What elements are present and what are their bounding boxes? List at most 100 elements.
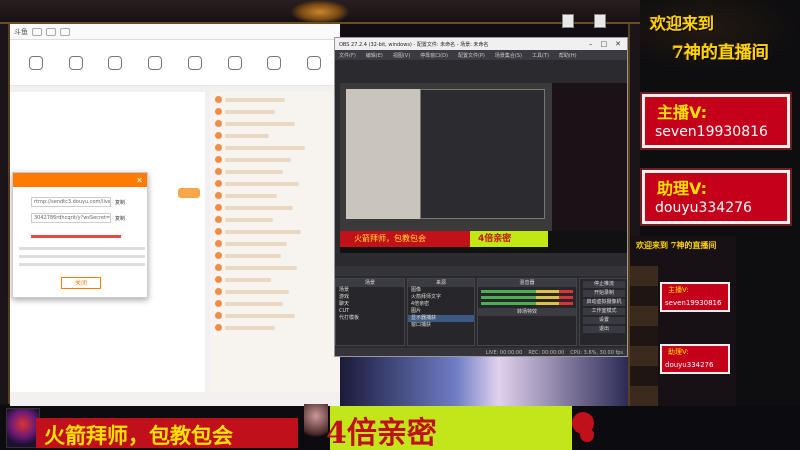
scene-item[interactable]: 场景 (336, 287, 404, 294)
close-icon[interactable]: ✕ (136, 176, 143, 185)
obs-titlebar: OBS 27.2.4 (32-bit, windows) - 配置文件: 未命名… (335, 38, 627, 50)
nav-icon (227, 55, 242, 70)
menu-docks[interactable]: 停靠窗口(D) (420, 52, 448, 59)
source-item[interactable]: 窗口捕获 (408, 322, 474, 329)
menu-view[interactable]: 视图(V) (393, 52, 410, 59)
menu-profile[interactable]: 配置文件(P) (458, 52, 485, 59)
intimacy-banner-text: 4倍亲密 (326, 416, 437, 450)
nav-item[interactable] (108, 55, 123, 70)
chat-line (215, 215, 335, 224)
warning-line (31, 235, 121, 238)
dialog-confirm-button[interactable]: 关闭 (61, 277, 101, 289)
nested-welcome: 欢迎来到 7神的直播间 (636, 240, 717, 250)
audio-meter (481, 302, 573, 305)
stream-key-field[interactable]: 3042786rdhcqrit/y?wsSecret= (31, 213, 111, 223)
file-icon[interactable] (594, 14, 606, 28)
scene-item[interactable]: 聊天 (336, 301, 404, 308)
toolbar-icon[interactable] (46, 27, 56, 36)
sources-dock: 来源 图像 火箭拜师文字 4倍亲密 图片 显示器捕获 窗口捕获 (407, 278, 475, 346)
chat-line (215, 275, 335, 284)
menu-help[interactable]: 帮助(H) (559, 52, 577, 59)
chat-line (215, 323, 335, 332)
rtmp-url-field[interactable]: rtmp://sendtc3.douyu.com/live (31, 197, 111, 207)
source-item[interactable]: 火箭拜师文字 (408, 294, 474, 301)
obs-statusbar: LIVE: 00:00:00 REC: 00:00:00 CPU: 3.6%, … (335, 348, 627, 356)
source-item[interactable]: 显示器捕获 (408, 315, 474, 322)
copy-url-button[interactable]: 复制 (115, 199, 125, 206)
toolbar-icon[interactable] (32, 27, 42, 36)
dialog-note (19, 263, 145, 266)
anchor-avatar (6, 408, 40, 448)
obs-window: OBS 27.2.4 (32-bit, windows) - 配置文件: 未命名… (334, 37, 628, 357)
chat-line (215, 155, 335, 164)
scene-item[interactable]: CUT (336, 308, 404, 315)
menu-tools[interactable]: 工具(T) (532, 52, 549, 59)
audio-meter (481, 290, 573, 293)
assistant-value: douyu334276 (655, 200, 752, 216)
chat-line (215, 131, 335, 140)
controls-dock: 停止推流 开始录制 启动虚拟摄像机 工作室模式 设置 退出 (579, 278, 627, 346)
preview-sidebar (552, 83, 627, 231)
site-name: 斗鱼 (14, 27, 28, 36)
sources-header: 来源 (408, 279, 474, 287)
assistant-label: 助理V: (657, 179, 708, 198)
nested-anchor-label: 主播V: (668, 286, 689, 294)
start-recording-button[interactable]: 开始录制 (583, 290, 625, 297)
source-item[interactable]: 4倍亲密 (408, 301, 474, 308)
menu-edit[interactable]: 编辑(E) (366, 52, 383, 59)
chat-line (215, 191, 335, 200)
source-item[interactable]: 图像 (408, 287, 474, 294)
nav-item[interactable] (28, 55, 43, 70)
nav-item[interactable] (148, 55, 163, 70)
chat-panel (210, 92, 340, 392)
studio-mode-button[interactable]: 工作室模式 (583, 308, 625, 315)
menu-file[interactable]: 文件(F) (339, 52, 356, 59)
close-icon[interactable]: ✕ (615, 40, 621, 48)
browser-topbar: 斗鱼 (10, 24, 340, 40)
source-item[interactable]: 图片 (408, 308, 474, 315)
nested-anchor-box: 主播V: seven19930816 (660, 282, 730, 312)
toolbar-icon[interactable] (60, 27, 70, 36)
menu-scene-collection[interactable]: 场景集合(S) (495, 52, 522, 59)
nested-assistant-value: douyu334276 (665, 361, 714, 369)
scenes-header: 场景 (336, 279, 404, 287)
assistant-wechat-box: 助理V: douyu334276 (640, 168, 792, 226)
dialog-header: ✕ (13, 173, 147, 187)
cpu-fps: CPU: 3.6%, 30.00 fps (570, 350, 623, 356)
scene-item[interactable]: 代打模板 (336, 315, 404, 322)
scene-item[interactable]: 游戏 (336, 294, 404, 301)
nested-side-strip (630, 266, 658, 406)
minimize-icon[interactable]: – (589, 40, 593, 48)
nav-item[interactable] (227, 55, 242, 70)
chat-line (215, 95, 335, 104)
nav-item[interactable] (307, 55, 322, 70)
nav-icon (267, 55, 282, 70)
chat-line (215, 179, 335, 188)
nav-icon (148, 55, 163, 70)
copy-key-button[interactable]: 复制 (115, 215, 125, 222)
nav-item[interactable] (267, 55, 282, 70)
virtual-camera-button[interactable]: 启动虚拟摄像机 (583, 299, 625, 306)
rec-time: REC: 00:00:00 (528, 350, 565, 356)
nav-item[interactable] (187, 55, 202, 70)
welcome-line-2: 7神的直播间 (672, 43, 769, 63)
chat-line (215, 299, 335, 308)
nested-overlay-preview: 欢迎来到 7神的直播间 主播V: seven19930816 助理V: douy… (630, 236, 736, 408)
orange-button[interactable] (178, 188, 200, 198)
chat-line (215, 251, 335, 260)
exit-button[interactable]: 退出 (583, 326, 625, 333)
maximize-icon[interactable]: □ (601, 40, 608, 48)
obs-docks: 场景 场景 游戏 聊天 CUT 代打模板 来源 图像 火箭拜师文字 4倍亲密 图… (335, 278, 627, 346)
chat-line (215, 263, 335, 272)
chat-line (215, 287, 335, 296)
obs-preview[interactable]: 火箭拜师，包教包会 4倍亲密 (340, 83, 627, 253)
stop-stream-button[interactable]: 停止推流 (583, 281, 625, 288)
nav-item[interactable] (68, 55, 83, 70)
settings-button[interactable]: 设置 (583, 317, 625, 324)
chat-line (215, 239, 335, 248)
banner-figure (304, 404, 328, 444)
file-icon[interactable] (562, 14, 574, 28)
obs-title: OBS 27.2.4 (32-bit, windows) - 配置文件: 未命名… (339, 41, 489, 48)
mixer-header: 混音器 (478, 279, 576, 287)
mixer-dock: 混音器 转场特效 (477, 278, 577, 346)
